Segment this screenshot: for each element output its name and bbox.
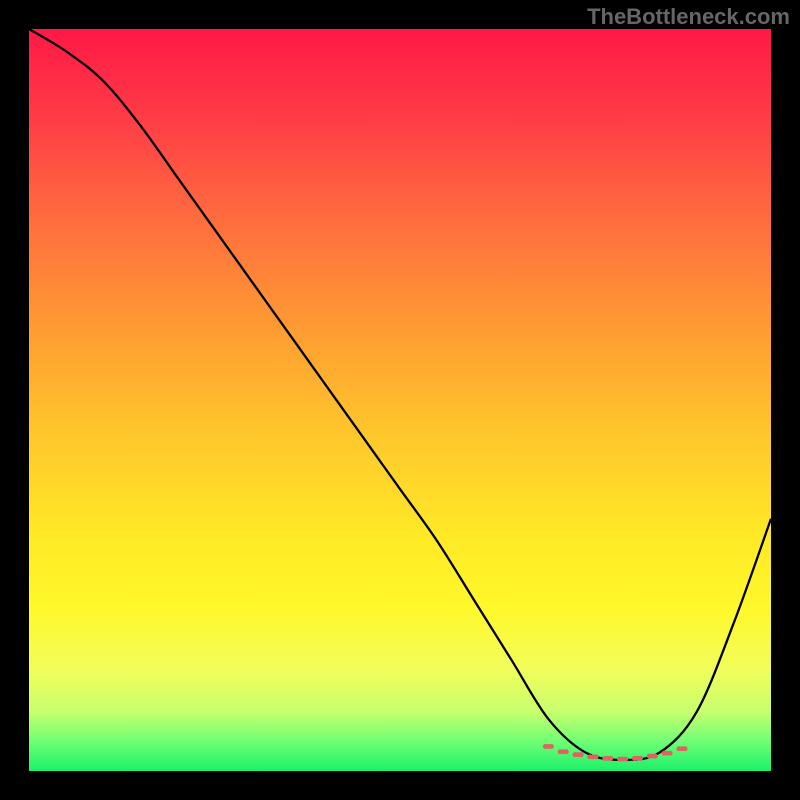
optimal-range-dot bbox=[638, 756, 643, 761]
optimal-range-dot bbox=[653, 754, 658, 759]
optimal-range-dot bbox=[579, 752, 584, 757]
chart-plot-area bbox=[29, 29, 771, 771]
watermark-text: TheBottleneck.com bbox=[587, 4, 790, 30]
optimal-range-dot bbox=[608, 756, 613, 761]
optimal-range-dot bbox=[623, 757, 628, 762]
optimal-range-dot bbox=[682, 746, 687, 751]
optimal-range-dot bbox=[549, 744, 554, 749]
bottleneck-curve-path bbox=[29, 29, 771, 760]
optimal-range-dot bbox=[593, 754, 598, 759]
optimal-range-dot bbox=[668, 751, 673, 756]
optimal-range-dot bbox=[564, 749, 569, 754]
chart-svg bbox=[29, 29, 771, 771]
